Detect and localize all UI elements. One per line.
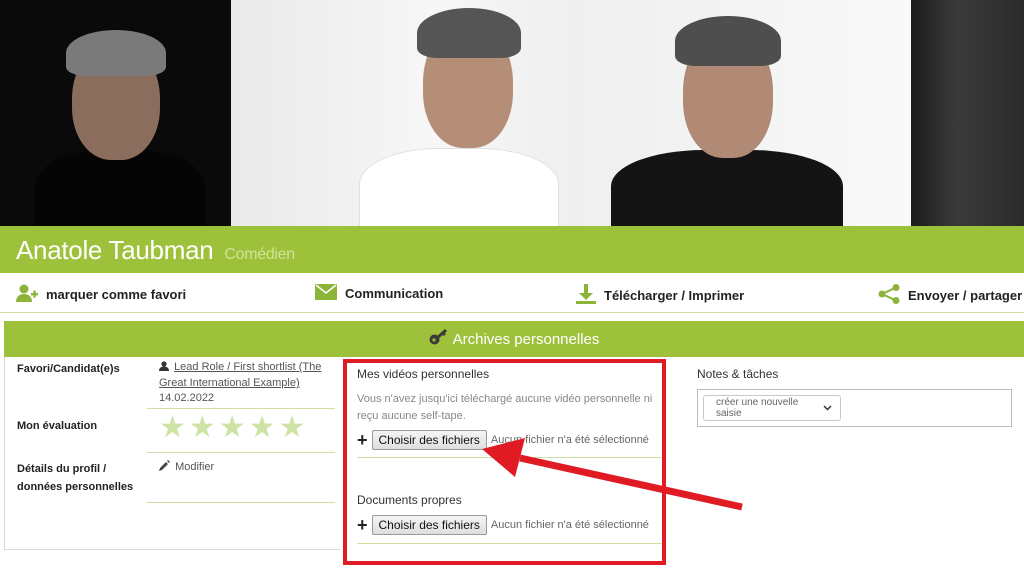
profile-details-panel: Favori/Candidat(e)s Lead Role / First sh…: [4, 357, 340, 550]
profile-photos: [0, 0, 1024, 226]
download-icon: [576, 284, 596, 307]
action-bar: marquer comme favori Communication Téléc…: [0, 275, 1024, 313]
notes-select-value: créer une nouvelle saisie: [716, 397, 799, 419]
notes-title: Notes & tâches: [697, 367, 779, 381]
divider: [147, 502, 335, 503]
notes-box: créer une nouvelle saisie: [697, 389, 1012, 427]
chevron-down-icon: [823, 403, 832, 414]
shortlist-link[interactable]: Lead Role / First shortlist (The Great I…: [159, 361, 321, 389]
favori-label: Favori/Candidat(e)s: [17, 363, 120, 375]
add-user-icon: [16, 284, 38, 305]
pencil-icon: [159, 460, 172, 476]
divider: [147, 408, 335, 409]
evaluation-label: Mon évaluation: [17, 420, 98, 432]
modify-link[interactable]: Modifier: [159, 460, 214, 476]
communication-label: Communication: [345, 286, 444, 301]
profile-photo-1[interactable]: [0, 0, 231, 226]
highlight-box: [343, 359, 666, 565]
download-print-label: Télécharger / Imprimer: [604, 288, 745, 303]
profile-photo-2[interactable]: [231, 0, 571, 226]
share-icon: [878, 284, 900, 307]
share-button[interactable]: Envoyer / partager: [878, 284, 1022, 307]
share-label: Envoyer / partager: [908, 288, 1023, 303]
archives-header: Archives personnelles: [4, 321, 1024, 357]
communication-button[interactable]: Communication: [315, 284, 443, 303]
favori-date: 14.02.2022: [159, 392, 215, 404]
profile-role: Comédien: [224, 246, 295, 263]
profile-photo-4[interactable]: [911, 0, 1024, 226]
profile-name: Anatole Taubman Comédien: [16, 235, 295, 266]
profile-photo-3[interactable]: [571, 0, 911, 226]
favorite-button[interactable]: marquer comme favori: [16, 284, 186, 305]
download-print-button[interactable]: Télécharger / Imprimer: [576, 284, 744, 307]
profile-name-text: Anatole Taubman: [16, 235, 214, 265]
archives-title: Archives personnelles: [452, 330, 600, 348]
favori-value: Lead Role / First shortlist (The Great I…: [159, 360, 337, 406]
favorite-label: marquer comme favori: [46, 287, 187, 302]
notes-select[interactable]: créer une nouvelle saisie: [703, 395, 841, 421]
modify-label: Modifier: [175, 461, 215, 473]
divider: [147, 452, 335, 453]
key-icon: [429, 329, 447, 349]
details-label: Détails du profil / données personnelles: [17, 463, 134, 493]
star-icons[interactable]: ★★★★★: [159, 411, 308, 444]
profile-header: Anatole Taubman Comédien: [0, 226, 1024, 273]
rating-stars[interactable]: ★★★★★: [159, 413, 308, 443]
envelope-icon: [315, 284, 337, 303]
user-icon: [159, 361, 171, 376]
